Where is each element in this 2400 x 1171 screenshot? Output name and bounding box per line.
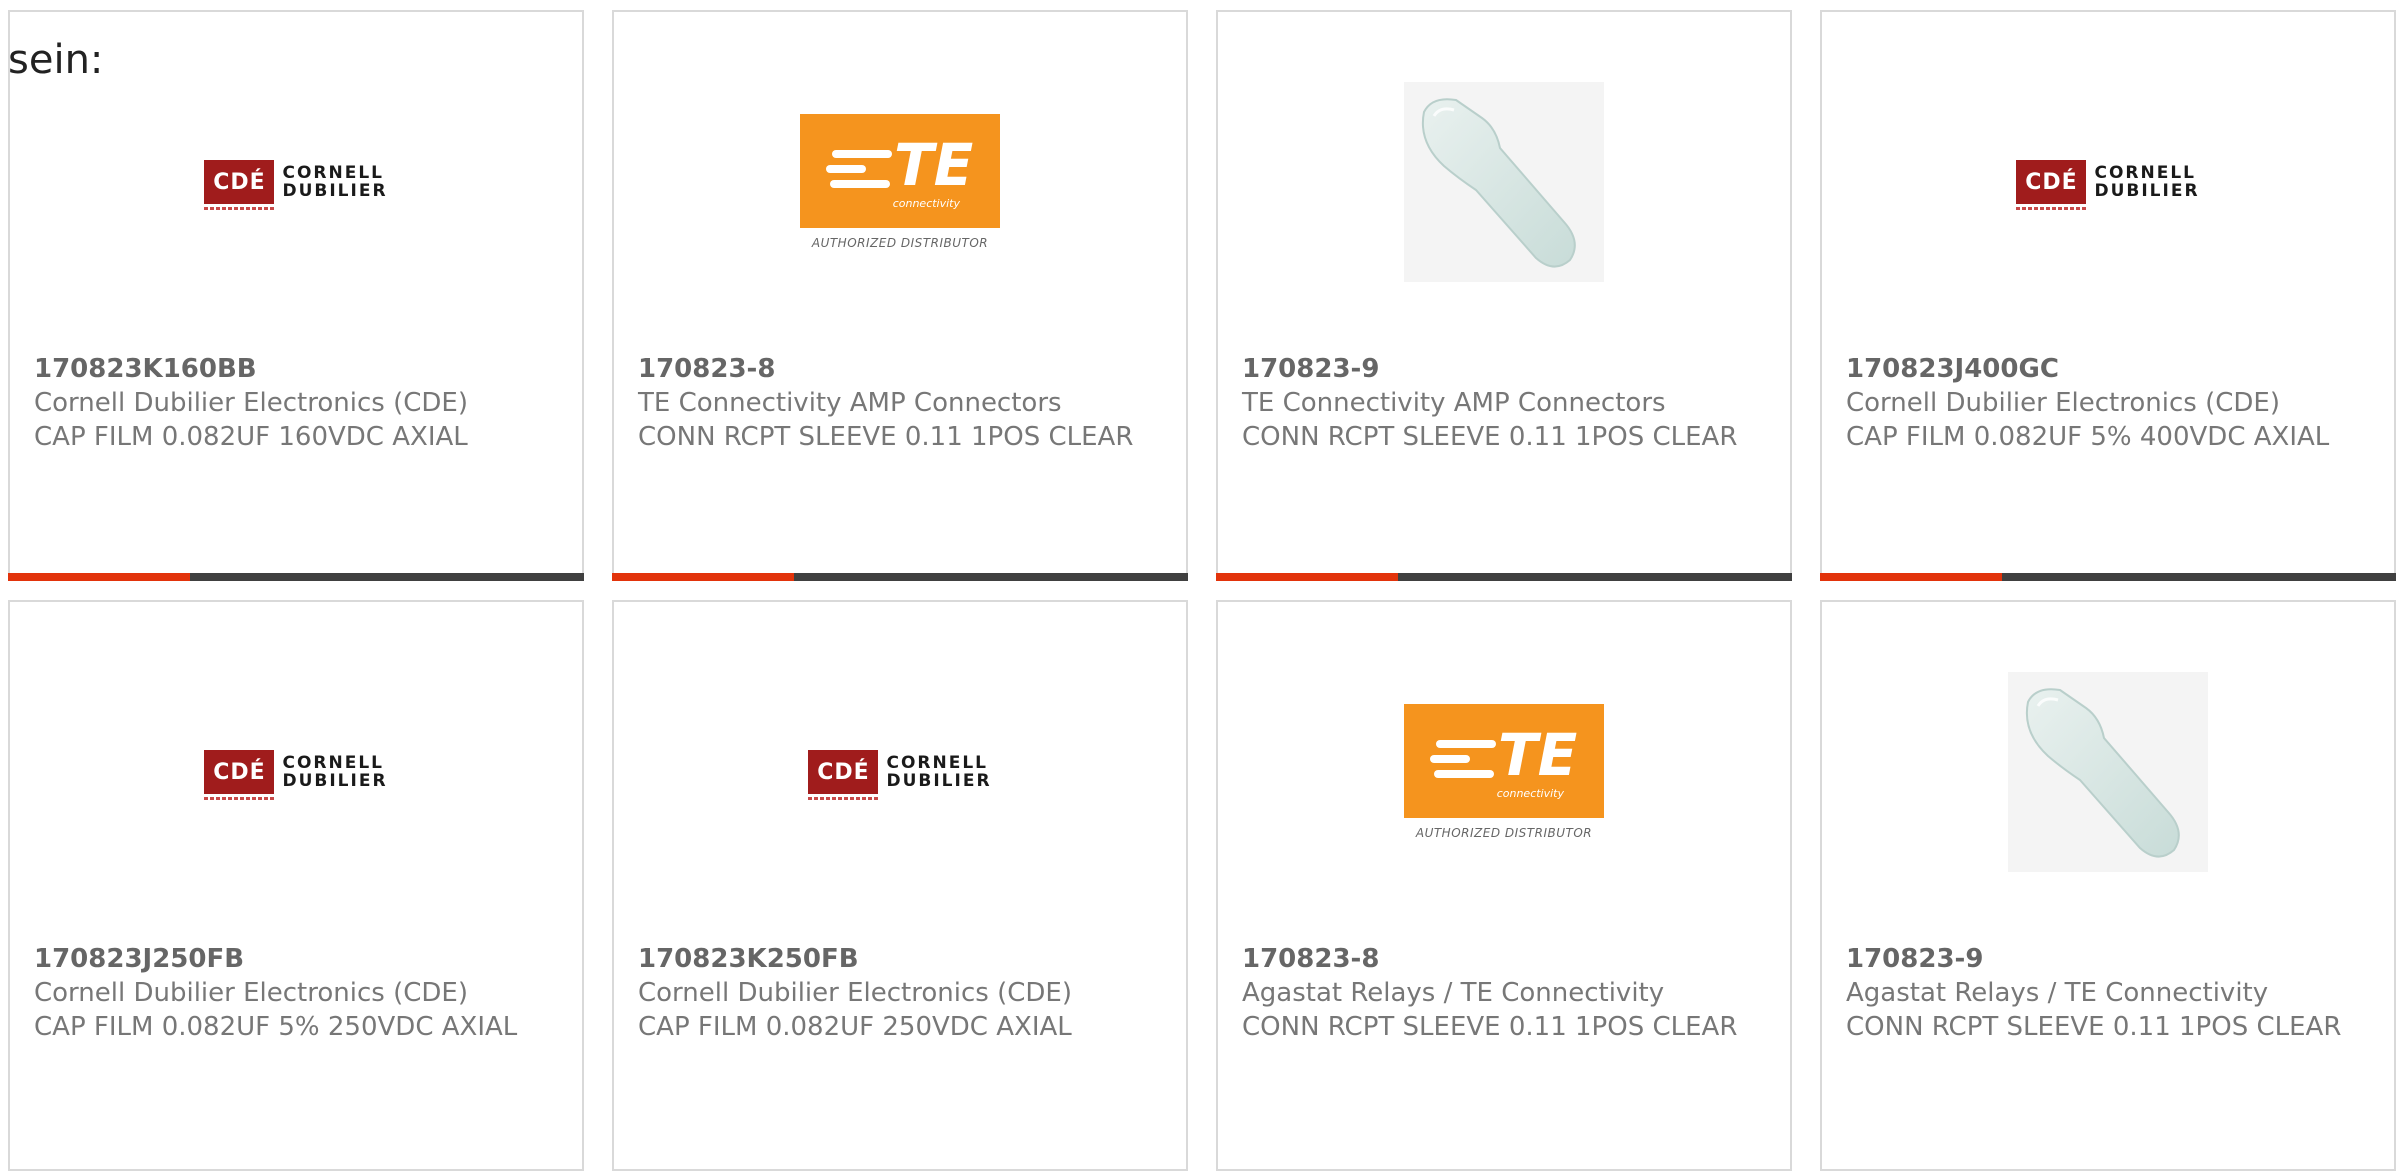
manufacturer: Cornell Dubilier Electronics (CDE) bbox=[34, 388, 468, 418]
product-image bbox=[1822, 662, 2394, 882]
description: CAP FILM 0.082UF 250VDC AXIAL bbox=[638, 1012, 1072, 1042]
part-number: 170823-9 bbox=[1242, 354, 1380, 384]
card-accent-bar bbox=[8, 573, 584, 581]
product-card[interactable]: 170823-9 TE Connectivity AMP Connectors … bbox=[1216, 10, 1792, 581]
manufacturer: Agastat Relays / TE Connectivity bbox=[1846, 978, 2269, 1008]
product-card[interactable]: CDÉ CORNELL DUBILIER 170823J250FB Cornel… bbox=[8, 600, 584, 1171]
part-number: 170823K250FB bbox=[638, 944, 859, 974]
sleeve-photo-icon bbox=[1404, 82, 1604, 282]
card-accent-bar bbox=[1216, 573, 1792, 581]
manufacturer: TE Connectivity AMP Connectors bbox=[638, 388, 1062, 418]
description: CAP FILM 0.082UF 5% 250VDC AXIAL bbox=[34, 1012, 518, 1042]
description: CONN RCPT SLEEVE 0.11 1POS CLEAR bbox=[1242, 422, 1738, 452]
part-number: 170823-8 bbox=[1242, 944, 1380, 974]
cornell-dubilier-logo: CDÉ CORNELL DUBILIER bbox=[808, 750, 991, 800]
card-accent-bar bbox=[612, 573, 1188, 581]
manufacturer: Cornell Dubilier Electronics (CDE) bbox=[1846, 388, 2280, 418]
manufacturer: Agastat Relays / TE Connectivity bbox=[1242, 978, 1665, 1008]
part-number: 170823K160BB bbox=[34, 354, 257, 384]
te-connectivity-logo: TE connectivity AUTHORIZED DISTRIBUTOR bbox=[1404, 704, 1604, 840]
product-card[interactable]: CDÉ CORNELL DUBILIER 170823K250FB Cornel… bbox=[612, 600, 1188, 1171]
manufacturer: Cornell Dubilier Electronics (CDE) bbox=[638, 978, 1072, 1008]
te-connectivity-logo: TE connectivity AUTHORIZED DISTRIBUTOR bbox=[800, 114, 1000, 250]
part-number: 170823-8 bbox=[638, 354, 776, 384]
description: CONN RCPT SLEEVE 0.11 1POS CLEAR bbox=[1242, 1012, 1738, 1042]
product-image bbox=[1218, 72, 1790, 292]
product-card[interactable]: TE connectivity AUTHORIZED DISTRIBUTOR 1… bbox=[1216, 600, 1792, 1171]
product-card[interactable]: TE connectivity AUTHORIZED DISTRIBUTOR 1… bbox=[612, 10, 1188, 581]
product-image: CDÉ CORNELL DUBILIER bbox=[1822, 72, 2394, 292]
product-image: CDÉ CORNELL DUBILIER bbox=[10, 662, 582, 882]
lead-text: sein: bbox=[8, 37, 104, 83]
description: CAP FILM 0.082UF 5% 400VDC AXIAL bbox=[1846, 422, 2330, 452]
description: CONN RCPT SLEEVE 0.11 1POS CLEAR bbox=[1846, 1012, 2342, 1042]
card-accent-bar bbox=[1820, 573, 2396, 581]
product-image: CDÉ CORNELL DUBILIER bbox=[614, 662, 1186, 882]
cornell-dubilier-logo: CDÉ CORNELL DUBILIER bbox=[2016, 160, 2199, 210]
product-image: CDÉ CORNELL DUBILIER bbox=[10, 72, 582, 292]
part-number: 170823J400GC bbox=[1846, 354, 2059, 384]
sleeve-photo-icon bbox=[2008, 672, 2208, 872]
product-card[interactable]: 170823-9 Agastat Relays / TE Connectivit… bbox=[1820, 600, 2396, 1171]
product-card[interactable]: CDÉ CORNELL DUBILIER 170823J400GC Cornel… bbox=[1820, 10, 2396, 581]
part-number: 170823-9 bbox=[1846, 944, 1984, 974]
product-card[interactable]: CDÉ CORNELL DUBILIER 170823K160BB Cornel… bbox=[8, 10, 584, 581]
description: CONN RCPT SLEEVE 0.11 1POS CLEAR bbox=[638, 422, 1134, 452]
part-number: 170823J250FB bbox=[34, 944, 245, 974]
manufacturer: TE Connectivity AMP Connectors bbox=[1242, 388, 1666, 418]
cornell-dubilier-logo: CDÉ CORNELL DUBILIER bbox=[204, 750, 387, 800]
manufacturer: Cornell Dubilier Electronics (CDE) bbox=[34, 978, 468, 1008]
product-image: TE connectivity AUTHORIZED DISTRIBUTOR bbox=[1218, 662, 1790, 882]
description: CAP FILM 0.082UF 160VDC AXIAL bbox=[34, 422, 468, 452]
product-image: TE connectivity AUTHORIZED DISTRIBUTOR bbox=[614, 72, 1186, 292]
cornell-dubilier-logo: CDÉ CORNELL DUBILIER bbox=[204, 160, 387, 210]
